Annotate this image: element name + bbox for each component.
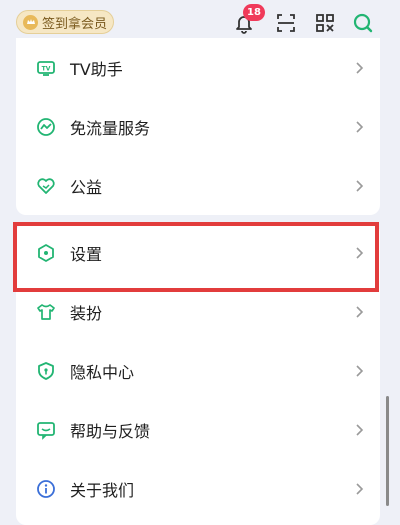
chevron-right-icon xyxy=(354,179,364,192)
chevron-right-icon xyxy=(354,364,364,377)
info-icon xyxy=(36,479,56,499)
shirt-icon xyxy=(36,302,56,322)
menu-item-tv[interactable]: TV TV助手 xyxy=(16,38,380,97)
menu-item-label: 隐私中心 xyxy=(70,362,135,382)
menu-item-label: 免流量服务 xyxy=(70,118,151,138)
chevron-right-icon xyxy=(354,482,364,495)
menu-item-help[interactable]: 帮助与反馈 xyxy=(16,400,380,459)
wave-icon xyxy=(36,117,56,137)
chevron-right-icon xyxy=(354,246,364,259)
menu-item-label: 帮助与反馈 xyxy=(70,421,151,441)
menu-item-privacy[interactable]: 隐私中心 xyxy=(16,341,380,400)
menu-item-settings[interactable]: 设置 xyxy=(16,223,380,282)
crown-icon xyxy=(23,14,38,30)
vip-checkin-label: 签到拿会员 xyxy=(42,16,108,32)
tv-icon: TV xyxy=(36,58,56,78)
menu-item-label: 装扮 xyxy=(70,303,103,323)
chevron-right-icon xyxy=(354,61,364,74)
chevron-right-icon xyxy=(354,120,364,133)
vip-checkin-button[interactable]: 签到拿会员 xyxy=(16,10,114,34)
qr-code-icon[interactable] xyxy=(314,12,336,34)
hexagon-settings-icon xyxy=(36,243,56,263)
scan-icon[interactable] xyxy=(275,12,297,34)
menu-item-charity[interactable]: 公益 xyxy=(16,156,380,215)
chevron-right-icon xyxy=(354,305,364,318)
menu-item-data-free[interactable]: 免流量服务 xyxy=(16,97,380,156)
menu-item-label: 关于我们 xyxy=(70,480,135,500)
menu-item-dress-up[interactable]: 装扮 xyxy=(16,282,380,341)
app-screen: 签到拿会员 18 TV TV助手 免流量服务 公益 设置 装扮 隐私中心 帮助与… xyxy=(0,0,400,525)
search-icon[interactable] xyxy=(352,12,374,34)
notification-count-badge: 18 xyxy=(243,4,265,21)
scrollbar[interactable] xyxy=(386,396,389,506)
feedback-icon xyxy=(36,420,56,440)
menu-item-label: 公益 xyxy=(70,177,103,197)
menu-card-top: TV TV助手 免流量服务 公益 xyxy=(16,38,380,215)
menu-item-about[interactable]: 关于我们 xyxy=(16,459,380,518)
menu-item-label: TV助手 xyxy=(70,59,123,79)
svg-text:TV: TV xyxy=(42,65,51,72)
menu-card-bottom: 设置 装扮 隐私中心 帮助与反馈 关于我们 xyxy=(16,223,380,525)
shield-icon xyxy=(36,361,56,381)
menu-item-label: 设置 xyxy=(70,244,103,264)
chevron-right-icon xyxy=(354,423,364,436)
heart-icon xyxy=(36,176,56,196)
